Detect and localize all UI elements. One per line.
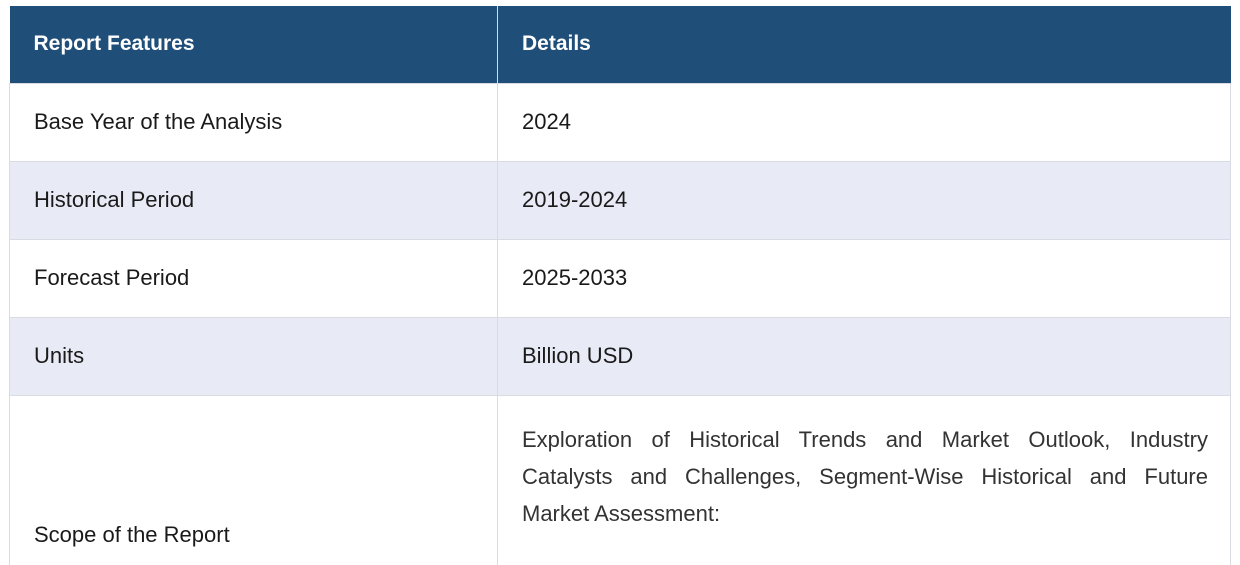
row-detail-cell: 2025-2033 [497,238,1231,317]
row-feature-cell: Base Year of the Analysis [9,82,498,161]
row-feature-cell: Forecast Period [9,238,498,317]
report-table-container: Report Features Details Base Year of the… [9,6,1231,565]
table-row: Historical Period 2019-2024 [9,160,1231,239]
table-header-row: Report Features Details [9,6,1231,83]
table-row: Forecast Period 2025-2033 [9,238,1231,317]
report-features-table: Report Features Details Base Year of the… [9,6,1231,565]
table-row: Base Year of the Analysis 2024 [9,82,1231,161]
table-row: Units Billion USD [9,316,1231,395]
row-detail-cell: Billion USD [497,316,1231,395]
header-report-features: Report Features [9,6,498,83]
table-row: Scope of the Report Exploration of Histo… [9,394,1231,565]
row-feature-cell: Scope of the Report [9,394,498,565]
row-feature-cell: Units [9,316,498,395]
row-detail-cell: 2024 [497,82,1231,161]
row-feature-cell: Historical Period [9,160,498,239]
header-details: Details [497,6,1231,83]
row-detail-cell: Exploration of Historical Trends and Mar… [497,394,1231,565]
row-detail-cell: 2019-2024 [497,160,1231,239]
